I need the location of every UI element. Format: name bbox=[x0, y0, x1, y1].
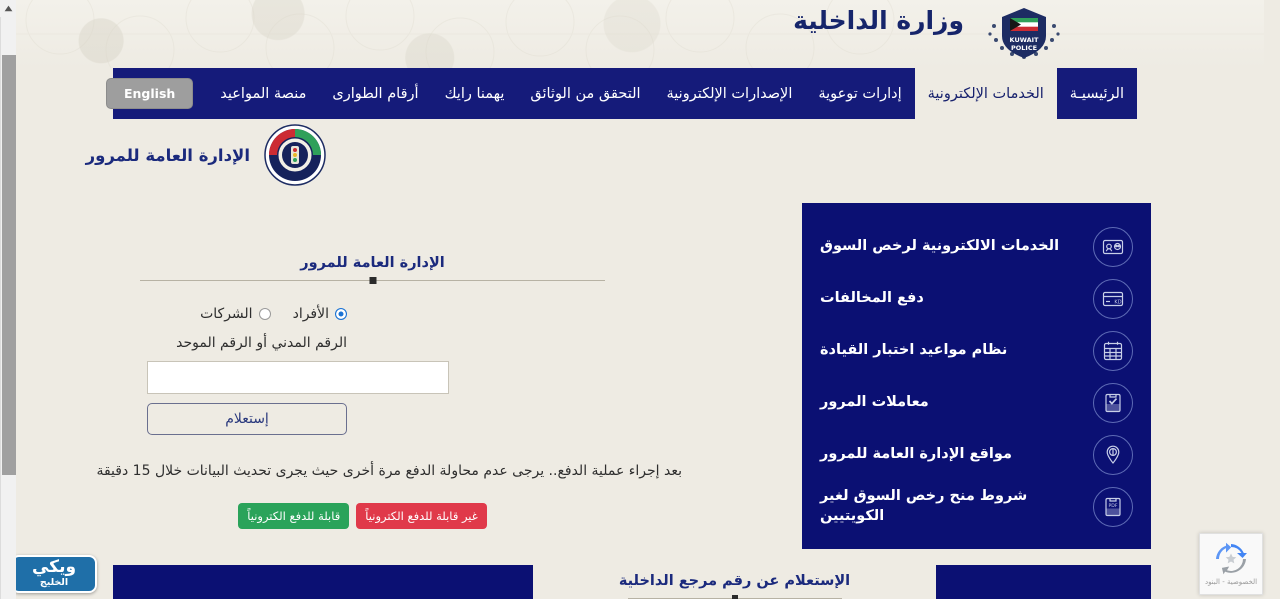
ministry-title: وزارة الداخلية bbox=[793, 6, 964, 35]
radio-option-individuals[interactable]: الأفراد bbox=[293, 306, 347, 322]
nav-item-epublications[interactable]: الإصدارات الإلكترونية bbox=[654, 68, 806, 119]
sidebar-item-license-conditions-non-kuwaitis[interactable]: PDF شروط منح رخص السوق لغير الكويتيين bbox=[816, 481, 1137, 533]
nav-item-eservices[interactable]: الخدمات الإلكترونية bbox=[914, 68, 1057, 119]
scrollbar-thumb[interactable] bbox=[2, 55, 16, 475]
bottom-section-heading: الإستعلام عن رقم مرجع الداخلية bbox=[618, 573, 851, 589]
legend-badge-payable: قابلة للدفع الكترونياً bbox=[238, 503, 350, 529]
scroll-up-arrow-icon[interactable] bbox=[0, 0, 16, 17]
sidebar-item-label: دفع المخالفات bbox=[820, 290, 924, 307]
page-scrollbar[interactable] bbox=[0, 0, 16, 599]
inquiry-form: الإدارة العامة للمرور الأفراد الشركات ال… bbox=[96, 191, 802, 529]
bottom-panel-left bbox=[113, 565, 533, 599]
section-title-divider bbox=[140, 280, 605, 281]
sidebar-item-label: شروط منح رخص السوق لغير الكويتيين bbox=[820, 488, 1028, 524]
radio-label-individuals: الأفراد bbox=[292, 306, 329, 322]
sidebar-item-pay-fines[interactable]: KD دفع المخالفات bbox=[816, 273, 1137, 325]
radio-label-companies: الشركات bbox=[200, 306, 253, 322]
radio-indicator-individuals[interactable] bbox=[335, 308, 347, 320]
page-content: الإدارة العامة للمرور الخدمات الالكتروني… bbox=[86, 119, 1151, 549]
legend-badge-not-payable: غير قابلة للدفع الكترونياً bbox=[356, 503, 487, 529]
nav-item-feedback[interactable]: يهمنا رايك bbox=[432, 68, 518, 119]
radio-option-companies[interactable]: الشركات bbox=[200, 306, 271, 322]
nav-item-home[interactable]: الرئيسيـة bbox=[1057, 68, 1137, 119]
svg-text:PDF: PDF bbox=[1109, 503, 1118, 509]
pdf-document-icon: PDF bbox=[1093, 487, 1133, 527]
department-name: الإدارة العامة للمرور bbox=[85, 145, 250, 165]
page-viewport: وزارة الداخلية KUWAIT POLICE الرئيسيـة ا… bbox=[0, 0, 1264, 599]
nav-item-emergency-numbers[interactable]: أرقام الطوارى bbox=[319, 68, 431, 119]
kuwait-police-emblem-icon: KUWAIT POLICE bbox=[988, 8, 1060, 59]
watermark-primary-text: ويكي bbox=[31, 556, 77, 577]
sidebar-item-driving-license-eservices[interactable]: الخدمات الالكترونية لرخص السوق bbox=[816, 221, 1137, 273]
site-masthead: وزارة الداخلية KUWAIT POLICE bbox=[0, 0, 1264, 68]
recaptcha-badge[interactable]: الخصوصية - البنود bbox=[1199, 533, 1263, 595]
sidebar-item-driving-test-appointments[interactable]: نظام مواعيد اختبار القيادة bbox=[816, 325, 1137, 377]
svg-text:KUWAIT: KUWAIT bbox=[1010, 36, 1040, 44]
bottom-middle-section: الإستعلام عن رقم مرجع الداخلية bbox=[533, 565, 936, 599]
main-navigation: الرئيسيـة الخدمات الإلكترونية إدارات توع… bbox=[105, 68, 1137, 119]
sidebar-item-traffic-transactions[interactable]: معاملات المرور bbox=[816, 377, 1137, 429]
svg-text:KD: KD bbox=[1114, 300, 1121, 306]
watermark-secondary-text: الخليج bbox=[39, 576, 69, 588]
applicant-type-radio-group: الأفراد الشركات bbox=[113, 306, 802, 322]
license-card-icon bbox=[1093, 227, 1133, 267]
language-toggle-button[interactable]: English bbox=[105, 78, 194, 109]
radio-indicator-companies[interactable] bbox=[258, 308, 271, 320]
sidebar-item-traffic-locations[interactable]: مواقع الإدارة العامة للمرور bbox=[816, 429, 1137, 481]
recaptcha-icon bbox=[1216, 542, 1247, 575]
recaptcha-privacy-terms-text: الخصوصية - البنود bbox=[1204, 578, 1258, 586]
svg-text:POLICE: POLICE bbox=[1011, 44, 1037, 52]
services-sidebar: الخدمات الالكترونية لرخص السوق KD دفع ال… bbox=[802, 203, 1151, 549]
sidebar-item-label: الخدمات الالكترونية لرخص السوق bbox=[820, 238, 1060, 255]
bottom-section: الإستعلام عن رقم مرجع الداخلية bbox=[113, 565, 1151, 599]
traffic-department-emblem-icon bbox=[264, 124, 326, 186]
department-header: الإدارة العامة للمرور bbox=[86, 119, 1151, 191]
content-columns: الخدمات الالكترونية لرخص السوق KD دفع ال… bbox=[96, 191, 1151, 549]
civil-id-field-label: الرقم المدني أو الرقم الموحد bbox=[176, 335, 347, 351]
payment-card-kd-icon: KD bbox=[1093, 279, 1133, 319]
payment-notice-text: بعد إجراء عملية الدفع.. يرجى عدم محاولة … bbox=[96, 463, 682, 479]
nav-item-awareness[interactable]: إدارات توعوية bbox=[805, 68, 914, 119]
section-title-block: الإدارة العامة للمرور bbox=[140, 255, 605, 281]
nav-item-verify-documents[interactable]: التحقق من الوثائق bbox=[517, 68, 653, 119]
bottom-panel-right bbox=[936, 565, 1151, 599]
map-pin-icon bbox=[1093, 435, 1133, 475]
document-check-icon bbox=[1093, 383, 1133, 423]
nav-item-appointments-platform[interactable]: منصة المواعيد bbox=[207, 68, 319, 119]
sidebar-item-label: معاملات المرور bbox=[820, 394, 929, 411]
payment-status-legend: غير قابلة للدفع الكترونياً قابلة للدفع ا… bbox=[113, 503, 802, 529]
civil-id-input[interactable] bbox=[147, 361, 449, 394]
section-title: الإدارة العامة للمرور bbox=[300, 255, 445, 271]
sidebar-item-label: مواقع الإدارة العامة للمرور bbox=[820, 446, 1012, 463]
wiki-alkhaleej-watermark: ويكي الخليج bbox=[11, 555, 97, 593]
calendar-icon bbox=[1093, 331, 1133, 371]
inquiry-submit-button[interactable]: إستعلام bbox=[147, 403, 347, 435]
sidebar-item-label: نظام مواعيد اختبار القيادة bbox=[820, 342, 1008, 359]
background-pattern-decoration bbox=[0, 0, 1264, 68]
